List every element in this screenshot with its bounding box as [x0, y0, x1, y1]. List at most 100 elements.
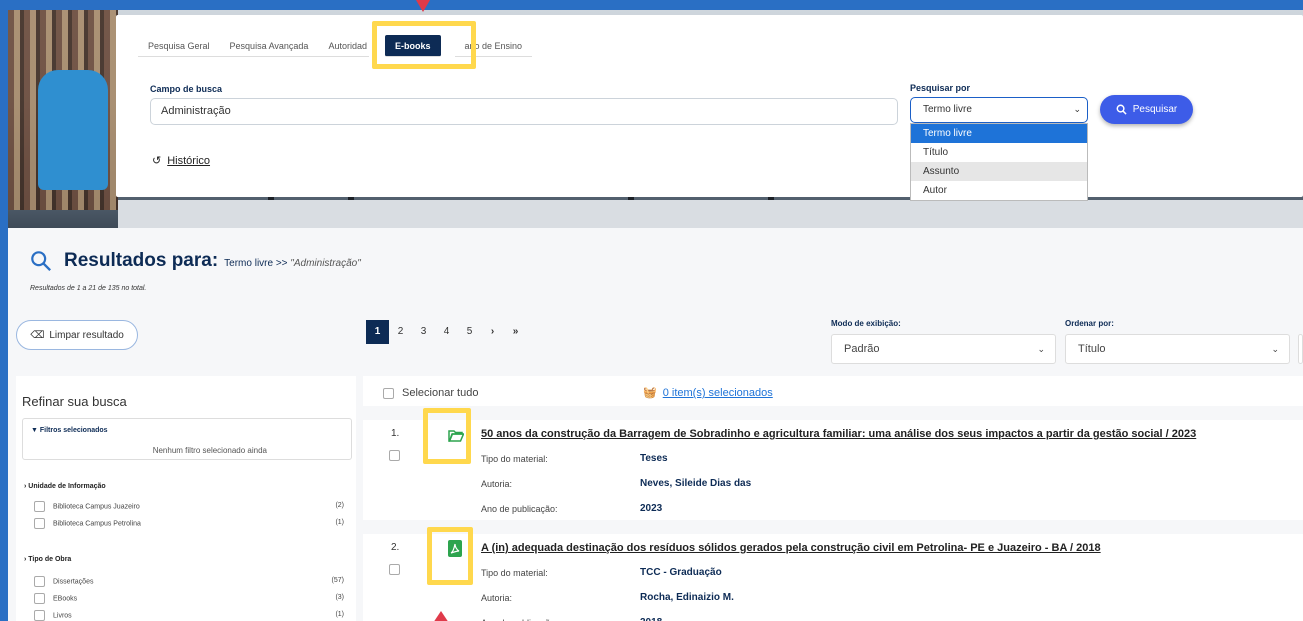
filter-item[interactable]: EBooks (3)	[34, 593, 354, 607]
field-value: Teses	[640, 453, 668, 464]
clear-results-button[interactable]: ⌫ Limpar resultado	[16, 320, 138, 350]
page-5[interactable]: 5	[458, 320, 481, 344]
view-mode-value: Padrão	[844, 343, 880, 355]
field-value: TCC - Graduação	[640, 567, 722, 578]
filter-count: (1)	[335, 519, 344, 526]
history-icon: ↺	[152, 155, 162, 167]
results-title: Resultados para:	[64, 250, 219, 271]
filter-label: Dissertações	[53, 578, 94, 586]
checkbox[interactable]	[383, 387, 394, 399]
sort-label: Ordenar por:	[1065, 319, 1114, 328]
checkbox[interactable]	[34, 576, 45, 587]
page-next[interactable]: ›	[481, 320, 504, 344]
pagination: 1 2 3 4 5 › »	[366, 320, 527, 344]
search-button[interactable]: Pesquisar	[1100, 95, 1193, 124]
pointer-arrow-up	[433, 611, 449, 621]
filter-count: (2)	[335, 502, 344, 509]
section-tipo-obra[interactable]: › Tipo de Obra	[24, 556, 71, 563]
field-value: 2018	[640, 617, 662, 621]
separator	[363, 520, 1303, 534]
search-field-label: Campo de busca	[150, 84, 223, 94]
page-1[interactable]: 1	[366, 320, 389, 344]
option-titulo[interactable]: Título	[911, 143, 1087, 162]
table	[118, 200, 1303, 228]
search-icon	[31, 251, 52, 272]
history-link-label: Histórico	[167, 154, 211, 167]
selected-count-label: 0 item(s) selecionados	[662, 387, 773, 399]
checkbox[interactable]	[34, 593, 45, 604]
result-number: 2.	[391, 542, 400, 553]
filter-count: (57)	[331, 577, 344, 584]
search-button-label: Pesquisar	[1132, 104, 1178, 115]
filter-item[interactable]: Biblioteca Campus Juazeiro (2)	[34, 501, 354, 515]
checkbox[interactable]	[34, 501, 45, 512]
chevron-down-icon: ⌄	[1271, 344, 1279, 354]
clear-results-label: Limpar resultado	[49, 329, 124, 341]
filter-item[interactable]: Livros (1)	[34, 610, 354, 621]
filter-label: Biblioteca Campus Juazeiro	[53, 503, 140, 511]
view-mode-select[interactable]: Padrão ⌄	[831, 334, 1056, 364]
chair	[38, 70, 108, 190]
filters-title-text: Filtros selecionados	[39, 427, 108, 434]
search-by-select[interactable]: Termo livre ⌄	[910, 97, 1088, 123]
results-count: Resultados de 1 a 21 de 135 no total.	[30, 285, 147, 292]
tab-pesquisa-geral[interactable]: Pesquisa Geral	[138, 35, 220, 57]
field-key: Autoria:	[481, 593, 513, 603]
highlight-pdf-icon	[427, 527, 473, 585]
checkbox[interactable]	[389, 564, 400, 575]
select-all[interactable]: Selecionar tudo	[383, 387, 478, 399]
items-per-page-select[interactable]	[1298, 334, 1303, 364]
highlight-folder-icon	[423, 408, 471, 464]
page-4[interactable]: 4	[435, 320, 458, 344]
refine-sidebar: Refinar sua busca ▼ Filtros selecionados…	[16, 376, 356, 621]
filter-label: EBooks	[53, 595, 78, 603]
tab-pesquisa-avancada[interactable]: Pesquisa Avançada	[219, 35, 319, 57]
filter-item[interactable]: Dissertações (57)	[34, 576, 354, 590]
filter-label: Biblioteca Campus Petrolina	[53, 520, 141, 528]
option-termo-livre[interactable]: Termo livre	[911, 124, 1087, 143]
filter-count: (1)	[335, 611, 344, 618]
pointer-arrow-down	[416, 0, 430, 12]
field-value: Neves, Sileide Dias das	[640, 478, 752, 489]
checkbox[interactable]	[389, 450, 400, 461]
section-tipo-obra-label: Tipo de Obra	[28, 556, 72, 563]
sort-value: Título	[1078, 343, 1106, 355]
field-key: Tipo do material:	[481, 454, 548, 464]
option-autor[interactable]: Autor	[911, 181, 1087, 200]
results-list: Selecionar tudo 🧺 0 item(s) selecionados …	[363, 376, 1303, 621]
selected-filters-title: ▼ Filtros selecionados	[31, 427, 108, 434]
option-assunto[interactable]: Assunto	[911, 162, 1087, 181]
selected-items-link[interactable]: 🧺 0 item(s) selecionados	[643, 386, 773, 399]
result-title[interactable]: A (in) adequada destinação dos resíduos …	[481, 542, 1101, 554]
page-2[interactable]: 2	[389, 320, 412, 344]
checkbox[interactable]	[34, 610, 45, 621]
history-link[interactable]: ↺ Histórico	[152, 154, 211, 168]
search-card: Pesquisa Geral Pesquisa Avançada Autorid…	[116, 15, 1303, 201]
filter-item[interactable]: Biblioteca Campus Petrolina (1)	[34, 518, 354, 532]
no-filters-text: Nenhum filtro selecionado ainda	[152, 446, 267, 455]
field-value: Rocha, Edinaizio M.	[640, 592, 734, 603]
chevron-down-icon: ⌄	[1073, 104, 1081, 114]
section-unidade-label: Unidade de Informação	[28, 483, 106, 490]
search-by-label: Pesquisar por	[910, 83, 971, 93]
page-3[interactable]: 3	[412, 320, 435, 344]
query-term: Termo livre >>	[224, 258, 291, 269]
result-number: 1.	[391, 428, 400, 439]
search-input[interactable]: Administração	[150, 98, 898, 125]
results-query: Termo livre >> "Administração"	[224, 258, 361, 269]
section-unidade[interactable]: › Unidade de Informação	[24, 483, 106, 490]
page-last[interactable]: »	[504, 320, 527, 344]
field-key: Autoria:	[481, 479, 513, 489]
field-key: Tipo do material:	[481, 568, 548, 578]
sort-select[interactable]: Título ⌄	[1065, 334, 1290, 364]
field-key: Ano de publicação:	[481, 504, 558, 514]
highlight-ebooks-tab	[372, 21, 476, 69]
result-title[interactable]: 50 anos da construção da Barragem de Sob…	[481, 428, 1196, 440]
sidebar-title: Refinar sua busca	[22, 394, 127, 409]
checkbox[interactable]	[34, 518, 45, 529]
selected-filters: ▼ Filtros selecionados Nenhum filtro sel…	[22, 418, 352, 460]
filter-count: (3)	[335, 594, 344, 601]
results-heading: Resultados para: Termo livre >> "Adminis…	[64, 250, 361, 272]
tab-autoridades[interactable]: Autoridad	[318, 35, 369, 57]
filter-label: Livros	[53, 612, 72, 620]
